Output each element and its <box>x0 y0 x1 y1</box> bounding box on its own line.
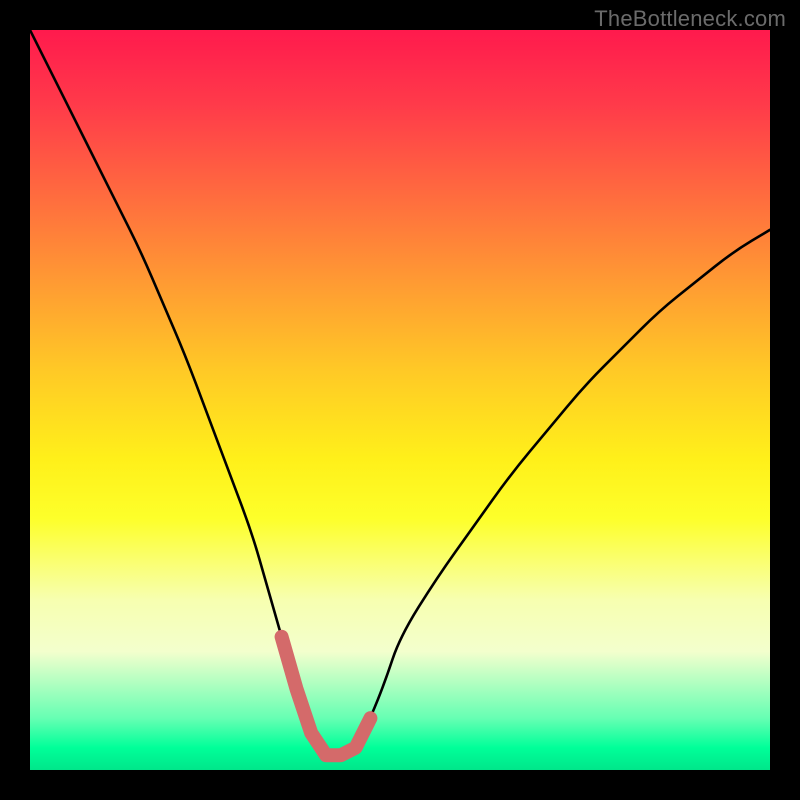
bottleneck-curve <box>30 30 770 755</box>
valley-highlight <box>282 637 371 755</box>
plot-area <box>30 30 770 770</box>
curve-layer <box>30 30 770 770</box>
chart-frame: TheBottleneck.com <box>0 0 800 800</box>
watermark-text: TheBottleneck.com <box>594 6 786 32</box>
